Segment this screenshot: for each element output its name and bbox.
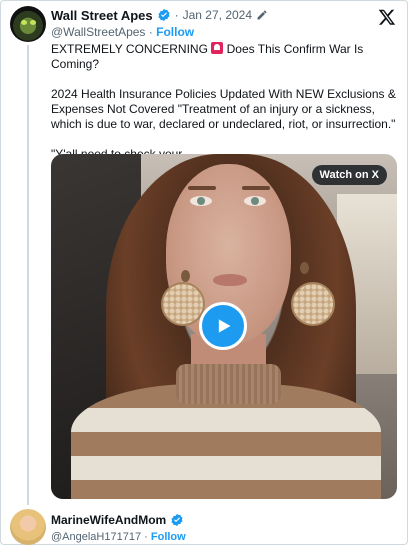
earring-hook-right	[300, 262, 309, 274]
eye-right	[244, 196, 266, 206]
eye-left	[190, 196, 212, 206]
tweet-date[interactable]: Jan 27, 2024	[183, 8, 252, 22]
lips	[213, 274, 247, 286]
reply-author-handle[interactable]: @AngelaH171717	[51, 531, 141, 543]
earring-right	[291, 282, 335, 326]
play-button[interactable]	[199, 302, 247, 350]
x-logo-icon[interactable]	[378, 8, 396, 26]
reply-author-name[interactable]: MarineWifeAndMom	[51, 513, 166, 527]
siren-icon	[211, 42, 224, 54]
avatar-eye-left	[21, 20, 27, 25]
thread-line	[27, 45, 29, 505]
tweet-paragraph: 2024 Health Insurance Policies Updated W…	[51, 87, 396, 131]
reply-card[interactable]: MarineWifeAndMom @AngelaH171717 · Follow	[0, 505, 410, 547]
verified-badge-icon	[171, 513, 183, 527]
video-subject-collar	[176, 364, 281, 404]
reply-author-row: MarineWifeAndMom	[51, 513, 184, 527]
reply-follow-button[interactable]: Follow	[151, 531, 186, 543]
reply-handle-row: @AngelaH171717 · Follow	[51, 531, 186, 543]
follow-button[interactable]: Follow	[156, 25, 194, 39]
author-handle-row: @WallStreetApes · Follow	[51, 25, 194, 39]
tweet-headline: EXTREMELY CONCERNING	[51, 42, 208, 56]
author-handle[interactable]: @WallStreetApes	[51, 25, 145, 39]
play-icon	[218, 319, 231, 333]
verified-badge-icon	[158, 8, 170, 22]
separator: ·	[148, 25, 153, 39]
tweet-card[interactable]: Wall Street Apes · Jan 27, 2024 @WallStr…	[0, 0, 410, 505]
author-row: Wall Street Apes · Jan 27, 2024	[51, 7, 268, 23]
tweet-text: EXTREMELY CONCERNING Does This Confirm W…	[51, 42, 401, 162]
separator: ·	[144, 531, 148, 543]
earring-hook-left	[181, 270, 190, 282]
separator: ·	[174, 8, 179, 22]
brow-right	[242, 186, 270, 190]
edit-icon	[257, 10, 267, 20]
video-thumbnail[interactable]: Watch on X	[51, 154, 397, 499]
author-avatar[interactable]	[10, 6, 46, 42]
watch-on-x-button[interactable]: Watch on X	[311, 165, 387, 185]
reply-author-avatar[interactable]	[10, 509, 46, 545]
earring-left	[161, 282, 205, 326]
brow-left	[188, 186, 216, 190]
avatar-eye-right	[30, 20, 36, 25]
author-name[interactable]: Wall Street Apes	[51, 8, 153, 23]
